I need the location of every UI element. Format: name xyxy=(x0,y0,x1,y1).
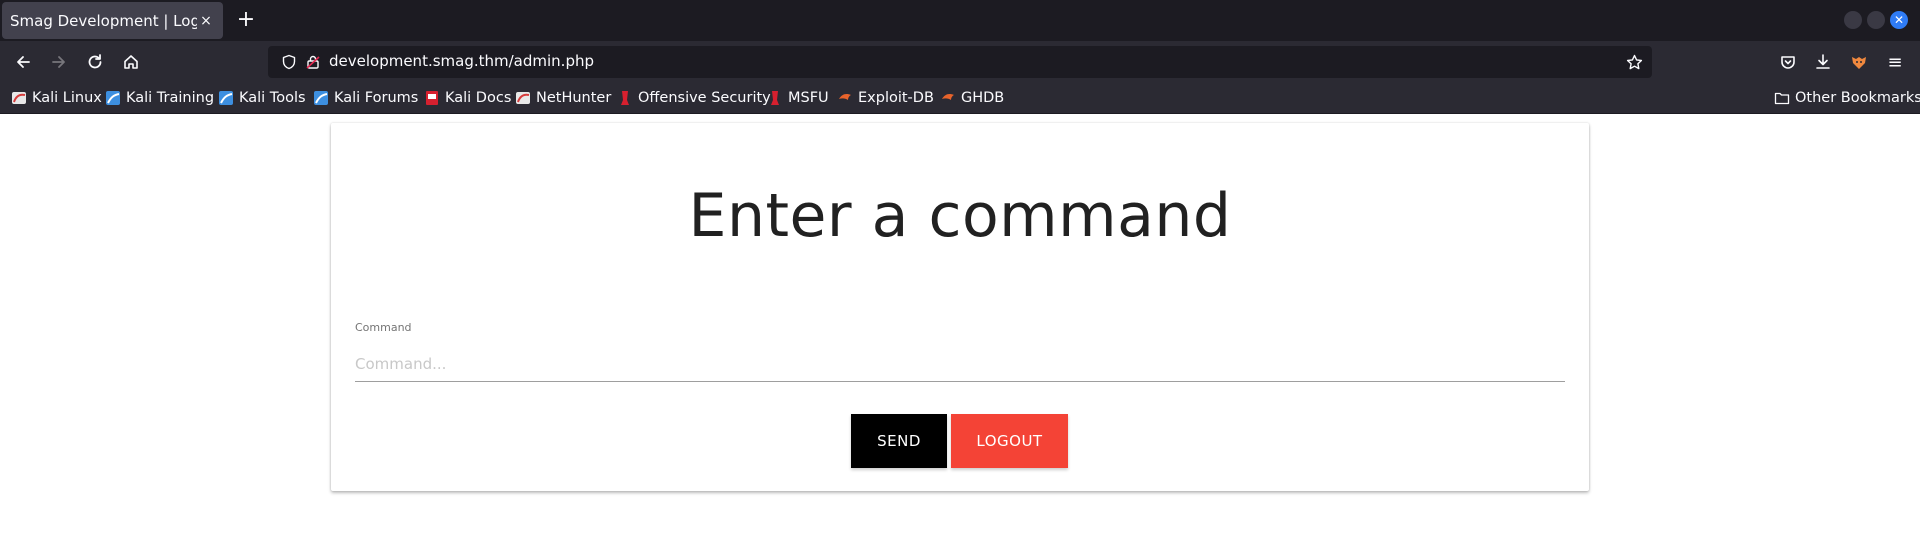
app-menu-button[interactable]: ≡ xyxy=(1883,50,1907,74)
bookmark-nethunter[interactable]: NetHunter xyxy=(515,88,611,108)
bookmark-label: Exploit-DB xyxy=(858,90,934,106)
bookmark-kali-linux[interactable]: Kali Linux xyxy=(11,88,102,108)
insecure-lock-icon[interactable] xyxy=(304,53,322,71)
forward-arrow-icon xyxy=(52,56,65,68)
other-bookmarks-button[interactable]: Other Bookmarks xyxy=(1774,88,1920,108)
fox-extension-icon xyxy=(1852,57,1866,69)
close-window-button[interactable]: ✕ xyxy=(1890,11,1908,29)
bookmark-label: NetHunter xyxy=(536,90,612,106)
bookmark-star-icon[interactable] xyxy=(1625,53,1643,71)
tab-title: Smag Development | Login xyxy=(10,11,197,30)
bookmark-exploit-db[interactable]: Exploit-DB xyxy=(837,88,934,108)
nethunter-icon xyxy=(515,90,531,106)
bookmark-label: MSFU xyxy=(788,90,829,106)
downloads-button[interactable] xyxy=(1811,50,1835,74)
download-icon xyxy=(1816,54,1830,69)
pocket-button[interactable] xyxy=(1776,50,1800,74)
tab-strip: Smag Development | Login × + ✕ xyxy=(0,0,1920,41)
msfu-icon xyxy=(767,90,783,106)
new-tab-button[interactable]: + xyxy=(235,9,257,31)
bookmark-offensive-security[interactable]: Offensive Security xyxy=(617,88,771,108)
pocket-icon xyxy=(1781,56,1795,69)
ghdb-icon xyxy=(940,90,956,106)
reload-button[interactable] xyxy=(83,50,107,74)
other-bookmarks-label: Other Bookmarks xyxy=(1795,90,1920,106)
kali-forums-icon xyxy=(313,90,329,106)
maximize-window-button[interactable] xyxy=(1867,11,1885,29)
kali-dragon-icon xyxy=(11,90,27,106)
bookmark-kali-forums[interactable]: Kali Forums xyxy=(313,88,418,108)
exploit-db-icon xyxy=(837,90,853,106)
home-icon xyxy=(124,55,138,69)
navigation-toolbar: development.smag.thm/admin.php ≡ xyxy=(0,41,1920,83)
bookmark-label: Kali Linux xyxy=(32,90,102,106)
close-tab-icon[interactable]: × xyxy=(197,12,215,30)
bookmark-label: Kali Training xyxy=(126,90,215,106)
command-card: Enter a command Command SEND LOGOUT xyxy=(331,123,1589,491)
command-input[interactable] xyxy=(355,346,1565,382)
extension-button[interactable] xyxy=(1847,50,1871,74)
minimize-window-button[interactable] xyxy=(1844,11,1862,29)
command-field-label: Command xyxy=(355,321,412,334)
bookmark-label: GHDB xyxy=(961,90,1005,106)
kali-tools-icon xyxy=(218,90,234,106)
bookmark-kali-tools[interactable]: Kali Tools xyxy=(218,88,306,108)
back-arrow-icon xyxy=(17,56,30,68)
bookmark-kali-docs[interactable]: Kali Docs xyxy=(424,88,511,108)
close-icon: ✕ xyxy=(1893,13,1905,27)
page-title: Enter a command xyxy=(688,181,1232,251)
bookmark-label: Kali Docs xyxy=(445,90,512,106)
logout-button[interactable]: LOGOUT xyxy=(951,414,1068,468)
folder-icon xyxy=(1774,90,1790,106)
bookmarks-toolbar: Kali Linux Kali Training Kali Tools Kali… xyxy=(0,83,1920,114)
bookmark-label: Offensive Security xyxy=(638,90,771,106)
forward-button[interactable] xyxy=(47,50,71,74)
home-button[interactable] xyxy=(119,50,143,74)
send-button[interactable]: SEND xyxy=(851,414,947,468)
bookmark-msfu[interactable]: MSFU xyxy=(767,88,829,108)
bookmark-label: Kali Forums xyxy=(334,90,419,106)
tab-active[interactable]: Smag Development | Login × xyxy=(2,2,223,39)
back-button[interactable] xyxy=(11,50,35,74)
bookmark-kali-training[interactable]: Kali Training xyxy=(105,88,214,108)
offsec-icon xyxy=(617,90,633,106)
tracking-protection-shield-icon[interactable] xyxy=(280,53,298,71)
url-text[interactable]: development.smag.thm/admin.php xyxy=(329,52,594,70)
address-bar[interactable]: development.smag.thm/admin.php xyxy=(268,46,1652,78)
bookmark-ghdb[interactable]: GHDB xyxy=(940,88,1004,108)
reload-icon xyxy=(88,54,102,69)
bookmark-label: Kali Tools xyxy=(239,90,306,106)
kali-docs-icon xyxy=(424,90,440,106)
kali-training-icon xyxy=(105,90,121,106)
